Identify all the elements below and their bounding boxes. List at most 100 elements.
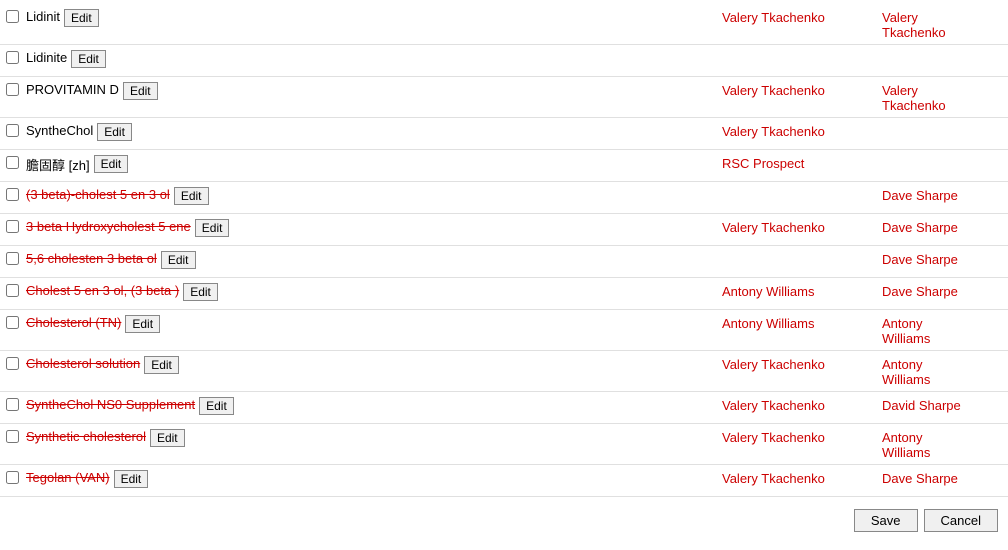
edit-button[interactable]: Edit bbox=[123, 82, 158, 100]
row-checkbox[interactable] bbox=[6, 316, 19, 329]
table-row: Lidinite Edit bbox=[0, 45, 1008, 77]
table-row: Tegolan (VAN) Edit Valery TkachenkoDave Sh… bbox=[0, 465, 1008, 497]
row-checkbox[interactable] bbox=[6, 398, 19, 411]
row-checkbox[interactable] bbox=[6, 10, 19, 23]
row-name-col: (3 beta)-cholest 5 en 3 olEdit bbox=[26, 186, 722, 205]
table-row: 5,6 cholesten 3 beta ol Edit Dave Sharpe bbox=[0, 246, 1008, 278]
row-checkbox[interactable] bbox=[6, 156, 19, 169]
row-checkbox-col bbox=[6, 469, 26, 487]
row-name-col: 3 beta Hydroxycholest 5 ene Edit bbox=[26, 218, 722, 237]
row-checkbox-col bbox=[6, 186, 26, 204]
row-name-text: Lidinit bbox=[26, 9, 60, 24]
table-row: Synthetic cholesterol Edit Valery Tkachenk… bbox=[0, 424, 1008, 465]
table-row: Lidinit Edit Valery TkachenkoValery Tkache… bbox=[0, 4, 1008, 45]
row-name-text: SyntheChol bbox=[26, 123, 93, 138]
row-col2: Antony Williams bbox=[882, 355, 1002, 387]
row-col2: Dave Sharpe bbox=[882, 218, 1002, 235]
row-checkbox[interactable] bbox=[6, 471, 19, 484]
footer: Save Cancel bbox=[0, 501, 1008, 540]
edit-button[interactable]: Edit bbox=[114, 470, 149, 488]
row-name-text: Synthetic cholesterol bbox=[26, 429, 146, 444]
row-col1: Valery Tkachenko bbox=[722, 8, 882, 25]
edit-button[interactable]: Edit bbox=[64, 9, 99, 27]
row-name-text: Lidinite bbox=[26, 50, 67, 65]
cancel-button[interactable]: Cancel bbox=[924, 509, 998, 532]
row-name-col: SyntheChol Edit bbox=[26, 122, 722, 141]
edit-button[interactable]: Edit bbox=[195, 219, 230, 237]
row-col1: Valery Tkachenko bbox=[722, 428, 882, 445]
row-checkbox-col bbox=[6, 396, 26, 414]
row-checkbox-col bbox=[6, 428, 26, 446]
row-col2 bbox=[882, 122, 1002, 124]
table-row: (3 beta)-cholest 5 en 3 olEdit Dave Sharp… bbox=[0, 182, 1008, 214]
row-col1 bbox=[722, 250, 882, 252]
row-col1: Valery Tkachenko bbox=[722, 122, 882, 139]
row-col2: Valery Tkachenko bbox=[882, 81, 1002, 113]
row-checkbox[interactable] bbox=[6, 284, 19, 297]
row-col2: Antony Williams bbox=[882, 428, 1002, 460]
row-name-text: SyntheChol NS0 Supplement bbox=[26, 397, 195, 412]
edit-button[interactable]: Edit bbox=[161, 251, 196, 269]
table-row: Cholesterol (TN)EditAntony WilliamsAnton… bbox=[0, 310, 1008, 351]
row-name-col: Cholest 5 en 3 ol, (3 beta )Edit bbox=[26, 282, 722, 301]
row-checkbox[interactable] bbox=[6, 430, 19, 443]
row-checkbox-col bbox=[6, 218, 26, 236]
row-col1: Antony Williams bbox=[722, 282, 882, 299]
row-name-col: Cholesterol solution Edit bbox=[26, 355, 722, 374]
row-col2 bbox=[882, 154, 1002, 156]
row-col1: Valery Tkachenko bbox=[722, 396, 882, 413]
edit-button[interactable]: Edit bbox=[94, 155, 129, 173]
row-checkbox[interactable] bbox=[6, 83, 19, 96]
row-col2: Dave Sharpe bbox=[882, 282, 1002, 299]
row-col1: Valery Tkachenko bbox=[722, 469, 882, 486]
row-checkbox[interactable] bbox=[6, 51, 19, 64]
row-col2: Dave Sharpe bbox=[882, 469, 1002, 486]
table-row: 3 beta Hydroxycholest 5 ene Edit Valery Tk… bbox=[0, 214, 1008, 246]
row-col1: Valery Tkachenko bbox=[722, 218, 882, 235]
row-name-text: Cholesterol solution bbox=[26, 356, 140, 371]
row-col2: Dave Sharpe bbox=[882, 250, 1002, 267]
row-name-text: 3 beta Hydroxycholest 5 ene bbox=[26, 219, 191, 234]
row-checkbox-col bbox=[6, 81, 26, 99]
edit-button[interactable]: Edit bbox=[150, 429, 185, 447]
row-checkbox[interactable] bbox=[6, 220, 19, 233]
row-col1: Valery Tkachenko bbox=[722, 355, 882, 372]
table-row: SyntheChol Edit Valery Tkachenko bbox=[0, 118, 1008, 150]
row-name-text: 5,6 cholesten 3 beta ol bbox=[26, 251, 157, 266]
row-col1 bbox=[722, 186, 882, 188]
edit-button[interactable]: Edit bbox=[174, 187, 209, 205]
edit-button[interactable]: Edit bbox=[97, 123, 132, 141]
row-checkbox[interactable] bbox=[6, 124, 19, 137]
row-checkbox-col bbox=[6, 154, 26, 172]
table-row: Cholesterol solution Edit Valery Tkachenko… bbox=[0, 351, 1008, 392]
row-checkbox-col bbox=[6, 250, 26, 268]
row-checkbox[interactable] bbox=[6, 252, 19, 265]
edit-button[interactable]: Edit bbox=[183, 283, 218, 301]
rows-container: LidinitEditValery TkachenkoValery Tkache… bbox=[0, 4, 1008, 497]
row-name-col: Cholesterol (TN)Edit bbox=[26, 314, 722, 333]
row-name-col: 膽固醇 [zh]Edit bbox=[26, 154, 722, 174]
table-row: Cholest 5 en 3 ol, (3 beta )EditAntony W… bbox=[0, 278, 1008, 310]
save-button[interactable]: Save bbox=[854, 509, 918, 532]
row-col2: Valery Tkachenko bbox=[882, 8, 1002, 40]
row-checkbox-col bbox=[6, 282, 26, 300]
row-col2: Antony Williams bbox=[882, 314, 1002, 346]
row-checkbox-col bbox=[6, 122, 26, 140]
row-checkbox-col bbox=[6, 355, 26, 373]
row-name-col: SyntheChol NS0 Supplement Edit bbox=[26, 396, 722, 415]
row-col1 bbox=[722, 49, 882, 51]
row-col1: Valery Tkachenko bbox=[722, 81, 882, 98]
table-row: 膽固醇 [zh]EditRSC Prospect bbox=[0, 150, 1008, 182]
edit-button[interactable]: Edit bbox=[125, 315, 160, 333]
row-name-text: Tegolan (VAN) bbox=[26, 470, 110, 485]
row-checkbox-col bbox=[6, 8, 26, 26]
edit-button[interactable]: Edit bbox=[199, 397, 234, 415]
row-col2: Dave Sharpe bbox=[882, 186, 1002, 203]
edit-button[interactable]: Edit bbox=[71, 50, 106, 68]
row-name-text: PROVITAMIN D bbox=[26, 82, 119, 97]
row-name-text: 膽固醇 [zh] bbox=[26, 155, 90, 174]
row-checkbox[interactable] bbox=[6, 357, 19, 370]
row-checkbox[interactable] bbox=[6, 188, 19, 201]
row-col2 bbox=[882, 49, 1002, 51]
edit-button[interactable]: Edit bbox=[144, 356, 179, 374]
